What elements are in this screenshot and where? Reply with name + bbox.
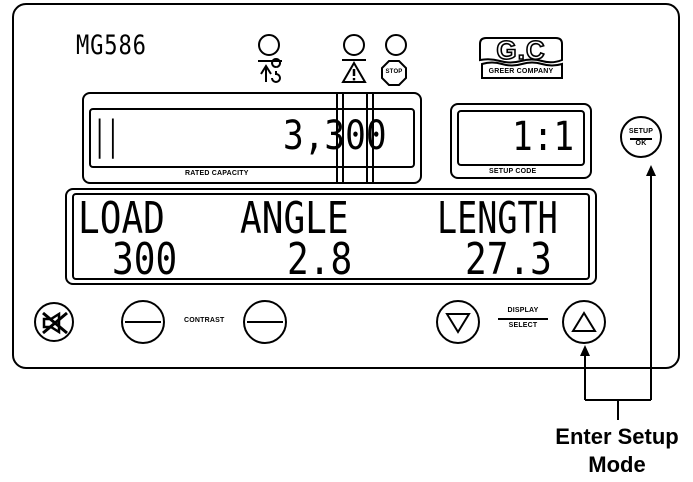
callout-label-line2: Mode <box>588 452 646 477</box>
callout-arrows <box>580 165 656 420</box>
callout-label-line1: Enter Setup <box>555 424 679 449</box>
